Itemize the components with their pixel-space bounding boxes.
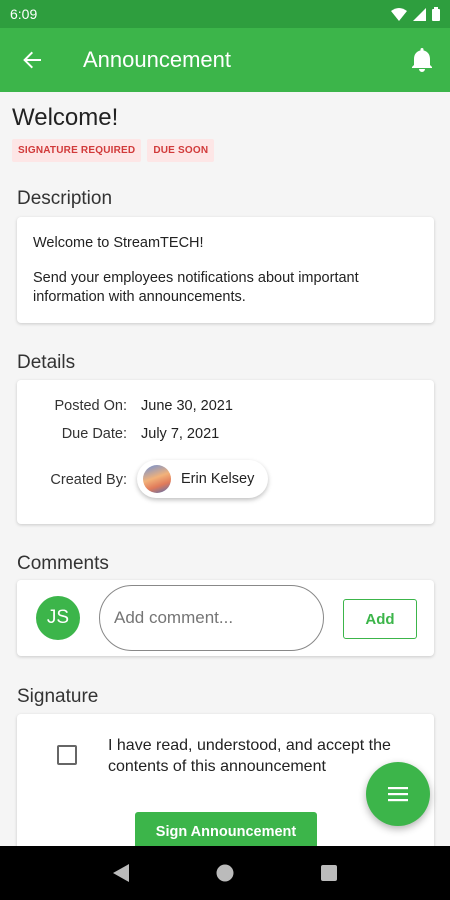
- creator-chip[interactable]: Erin Kelsey: [137, 460, 269, 498]
- status-bar: 6:09: [0, 0, 450, 28]
- app-bar: Announcement: [0, 28, 450, 92]
- created-by-label: Created By:: [50, 472, 127, 488]
- comment-input[interactable]: [99, 585, 324, 651]
- description-card: Welcome to StreamTECH! Send your employe…: [17, 217, 434, 323]
- due-date-label: Due Date:: [61, 426, 127, 442]
- posted-on-value: June 30, 2021: [141, 398, 233, 414]
- due-date-value: July 7, 2021: [141, 426, 220, 442]
- system-nav-bar: [0, 846, 450, 900]
- announcement-content[interactable]: Welcome! SIGNATURE REQUIRED DUE SOON Des…: [0, 92, 450, 846]
- app-title: Announcement: [83, 47, 231, 72]
- nav-recents-icon[interactable]: [320, 865, 337, 881]
- user-avatar: JS: [36, 596, 80, 640]
- announcement-title: Welcome!: [12, 104, 119, 131]
- arrow-back-icon: [23, 51, 41, 69]
- details-card: Posted On: June 30, 2021 Due Date: July …: [17, 380, 434, 524]
- sign-announcement-button[interactable]: Sign Announcement: [135, 812, 317, 846]
- notifications-button[interactable]: [394, 28, 450, 92]
- comments-card: JS Add: [17, 580, 434, 656]
- details-heading: Details: [17, 352, 76, 373]
- back-button[interactable]: [0, 28, 64, 92]
- posted-on-label: Posted On:: [54, 398, 127, 414]
- signature-required-badge: SIGNATURE REQUIRED: [12, 139, 142, 162]
- wifi-icon: [391, 7, 407, 21]
- creator-avatar: [143, 465, 171, 493]
- badge-group: SIGNATURE REQUIRED DUE SOON: [12, 139, 215, 162]
- battery-icon: [432, 7, 440, 21]
- acknowledge-checkbox[interactable]: [57, 745, 77, 765]
- description-line-1: Welcome to StreamTECH!: [33, 235, 204, 251]
- nav-home-icon[interactable]: [216, 864, 234, 882]
- signature-heading: Signature: [17, 686, 99, 707]
- description-heading: Description: [17, 188, 113, 209]
- nav-back-icon[interactable]: [113, 864, 130, 882]
- status-time: 6:09: [10, 6, 38, 22]
- description-line-2: Send your employees notifications about …: [33, 270, 359, 305]
- menu-fab[interactable]: [366, 762, 430, 826]
- bell-icon: [412, 48, 432, 72]
- comments-heading: Comments: [17, 553, 109, 574]
- add-comment-button[interactable]: Add: [343, 599, 417, 639]
- creator-name: Erin Kelsey: [181, 471, 255, 487]
- signal-icon: [413, 7, 426, 21]
- status-icons: [391, 7, 440, 21]
- menu-icon: [388, 787, 408, 802]
- acknowledgement-text: I have read, understood, and accept the …: [108, 737, 391, 775]
- due-soon-badge: DUE SOON: [147, 139, 215, 162]
